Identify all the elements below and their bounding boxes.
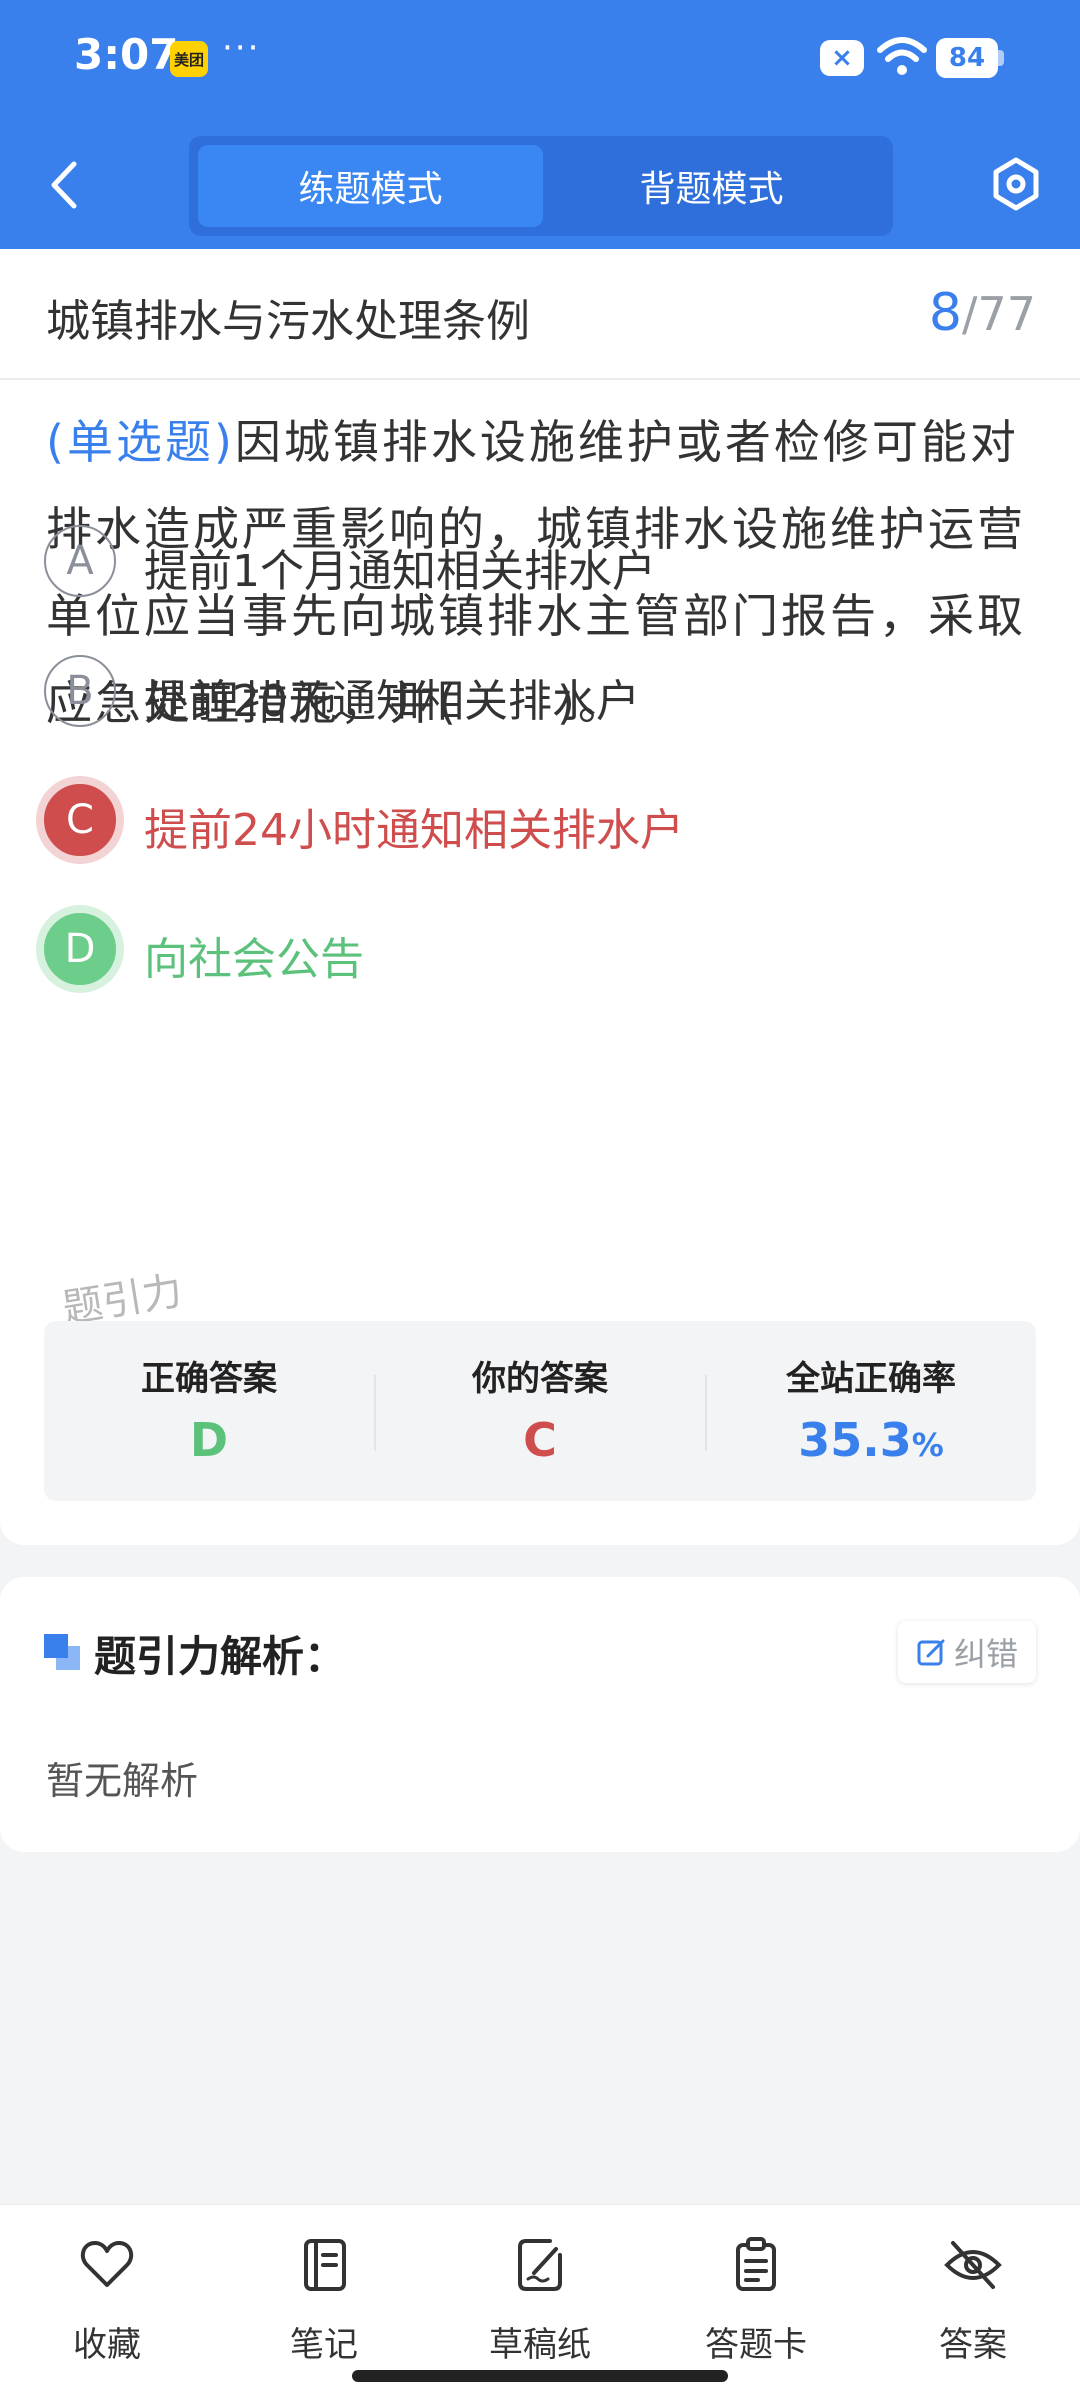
settings-icon[interactable] (990, 154, 1042, 214)
option-text: 提前24小时通知相关排水户 (144, 805, 684, 856)
option-letter: B (44, 655, 116, 727)
stat-label: 你的答案 (472, 1359, 608, 1399)
toolbar-label: 答案 (939, 2325, 1007, 2365)
stat-accuracy: 全站正确率 35.3% (706, 1321, 1036, 1501)
question-type-label: (单选题) (46, 415, 235, 469)
toolbar-label: 草稿纸 (489, 2325, 591, 2365)
current-index: 8 (928, 283, 962, 343)
question-counter[interactable]: 8/77 (929, 283, 1036, 343)
answer-stats: 正确答案 D 你的答案 C 全站正确率 35.3% (44, 1321, 1036, 1501)
status-bar: 3:07 美团 ··· × 84 (0, 0, 1080, 118)
toolbar-label: 答题卡 (705, 2325, 807, 2365)
battery-tip (998, 50, 1004, 66)
option-c[interactable]: C 提前24小时通知相关排水户 (44, 780, 1044, 860)
accuracy-number: 35.3 (798, 1413, 912, 1467)
toolbar-draft-paper[interactable]: 草稿纸 (450, 2225, 630, 2365)
analysis-card: 题引力解析： 纠错 暂无解析 (0, 1577, 1080, 1852)
stat-correct-answer: 正确答案 D (44, 1321, 374, 1501)
meituan-app-icon: 美团 (170, 41, 208, 77)
option-a[interactable]: A 提前1个月通知相关排水户 (44, 521, 1044, 601)
option-d[interactable]: D 向社会公告 (44, 909, 1044, 989)
battery-indicator: 84 (936, 38, 998, 78)
wifi-icon (877, 37, 927, 75)
draft-paper-icon (518, 2239, 562, 2291)
tab-practice-mode[interactable]: 练题模式 (198, 145, 543, 227)
notebook-icon (304, 2239, 346, 2291)
accuracy-unit: % (911, 1426, 944, 1464)
toolbar-answer[interactable]: 答案 (883, 2225, 1063, 2365)
toolbar-label: 收藏 (73, 2325, 141, 2365)
counter-separator: / (961, 287, 978, 341)
option-b[interactable]: B 提前20天通知相关排水户 (44, 651, 1044, 731)
tab-memorize-mode[interactable]: 背题模式 (539, 145, 884, 227)
toolbar-label: 笔记 (290, 2325, 358, 2365)
report-error-label: 纠错 (953, 1635, 1018, 1673)
option-letter: D (44, 913, 116, 985)
total-count: 77 (977, 287, 1036, 341)
stat-value: D (189, 1413, 229, 1467)
stat-your-answer: 你的答案 C (375, 1321, 705, 1501)
report-error-button[interactable]: 纠错 (898, 1621, 1036, 1683)
notification-close-icon: × (820, 40, 864, 76)
toolbar-favorite[interactable]: 收藏 (17, 2225, 197, 2365)
question-card: 城镇排水与污水处理条例 8/77 (单选题)因城镇排水设施维护或者检修可能对排水… (0, 249, 1080, 1545)
app-screen: 3:07 美团 ··· × 84 练题模式 背题模式 城镇排水与污水处理条例 8… (0, 0, 1080, 2400)
more-notifications-icon: ··· (222, 28, 261, 68)
back-arrow-icon[interactable] (40, 152, 90, 218)
question-header: 城镇排水与污水处理条例 8/77 (0, 249, 1080, 380)
stat-value: 35.3% (706, 1413, 1036, 1467)
option-text: 向社会公告 (144, 934, 364, 985)
eye-off-icon (944, 2241, 1002, 2289)
analysis-squares-icon (44, 1634, 82, 1672)
category-title: 城镇排水与污水处理条例 (46, 296, 530, 347)
analysis-body: 暂无解析 (46, 1759, 199, 1803)
stat-label: 正确答案 (141, 1359, 277, 1399)
heart-icon (80, 2241, 134, 2287)
answer-card-icon (736, 2237, 776, 2291)
option-letter: A (44, 525, 116, 597)
option-letter: C (44, 784, 116, 856)
option-text: 提前1个月通知相关排水户 (144, 546, 656, 597)
toolbar-notes[interactable]: 笔记 (234, 2225, 414, 2365)
home-indicator[interactable] (352, 2370, 728, 2382)
toolbar-answer-card[interactable]: 答题卡 (666, 2225, 846, 2365)
status-time: 3:07 (74, 30, 179, 79)
analysis-title: 题引力解析： (94, 1632, 347, 1681)
option-text: 提前20天通知相关排水户 (144, 676, 640, 727)
stat-value: C (523, 1413, 557, 1467)
mode-switch: 练题模式 背题模式 (189, 136, 893, 236)
stat-label: 全站正确率 (786, 1359, 956, 1399)
header: 3:07 美团 ··· × 84 练题模式 背题模式 (0, 0, 1080, 249)
edit-icon (917, 1639, 945, 1666)
